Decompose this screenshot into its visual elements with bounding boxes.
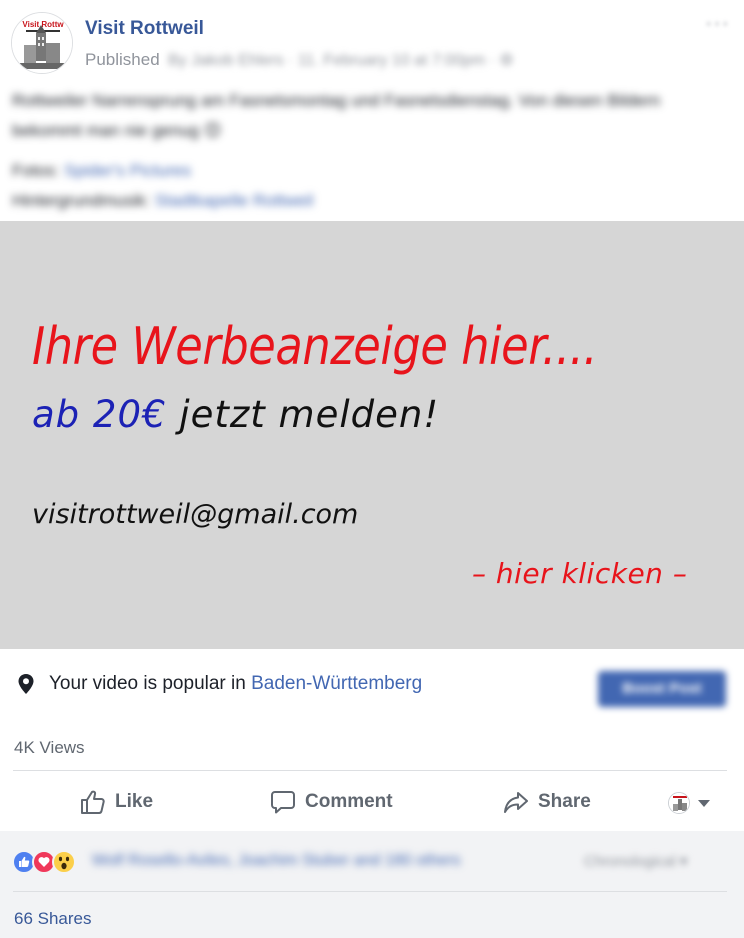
reactions-section: Wolf Rosello-Aviles, Joachim Stuber and … [0, 831, 744, 938]
ad-headline: Ihre Werbeanzeige hier.... [32, 317, 598, 377]
share-label: Share [538, 791, 591, 812]
video-ad-frame[interactable]: Ihre Werbeanzeige hier.... ab 20€ jetzt … [0, 221, 744, 649]
view-count[interactable]: 4K Views [14, 738, 85, 758]
credits-label-photos: Fotos: [12, 161, 60, 180]
action-bar: Like Comment Share [0, 771, 744, 831]
more-options-icon[interactable]: ··· [705, 10, 730, 36]
popular-region-link[interactable]: Baden-Württemberg [251, 673, 422, 694]
svg-text:Visit Rottw: Visit Rottw [22, 20, 64, 29]
post-text-blurred: Rottweiler Narrensprung am Fasnetsmontag… [12, 91, 661, 140]
post-credits-blurred: Fotos: Spider's Pictures Hintergrundmusi… [12, 156, 313, 216]
reactors-summary[interactable]: Wolf Rosello-Aviles, Joachim Stuber and … [92, 852, 460, 870]
post-meta-blurred: By Jakob Ehlers · 11. February 10 at 7:0… [168, 52, 514, 69]
published-status: Published [85, 50, 160, 69]
popular-text: Your video is popular in Baden-Württembe… [49, 673, 422, 695]
ad-subline: ab 20€ jetzt melden! [32, 393, 439, 436]
comment-bubble-icon [271, 791, 295, 814]
like-button[interactable]: Like [80, 787, 153, 817]
post-header: Visit Rottw Visit Rottweil Published By … [0, 0, 744, 80]
share-button[interactable]: Share [503, 787, 591, 817]
share-arrow-icon [504, 792, 528, 813]
ad-email: visitrottweil@gmail.com [32, 499, 359, 530]
thumbs-up-icon [81, 790, 105, 814]
popular-banner: Your video is popular in Baden-Württembe… [0, 649, 744, 721]
post-as-selector[interactable] [668, 789, 718, 817]
credits-link-photos[interactable]: Spider's Pictures [64, 161, 191, 180]
like-label: Like [115, 791, 154, 812]
reaction-summary-icons[interactable] [12, 850, 76, 874]
comment-label: Comment [305, 791, 393, 812]
page-avatar[interactable]: Visit Rottw [11, 12, 73, 74]
divider [13, 891, 727, 892]
boost-post-button[interactable]: Boost Post [598, 671, 726, 707]
credits-label-music: Hintergrundmusik: [12, 191, 150, 210]
credits-link-music[interactable]: Stadtkapelle Rottweil [155, 191, 314, 210]
ad-sub-rest: jetzt melden! [166, 393, 440, 436]
page-name-link[interactable]: Visit Rottweil [85, 18, 204, 40]
popular-prefix: Your video is popular in [49, 673, 252, 694]
location-pin-icon [16, 673, 36, 695]
share-count[interactable]: 66 Shares [14, 909, 92, 929]
chevron-down-icon [698, 799, 710, 807]
wow-reaction-icon [52, 850, 76, 874]
page-mini-avatar [668, 792, 690, 814]
ad-click-link[interactable]: – hier klicken – [472, 557, 687, 590]
comment-button[interactable]: Comment [270, 787, 393, 817]
comment-order-selector[interactable]: Chronological ▾ [584, 852, 687, 870]
ad-price: ab 20€ [32, 393, 167, 436]
